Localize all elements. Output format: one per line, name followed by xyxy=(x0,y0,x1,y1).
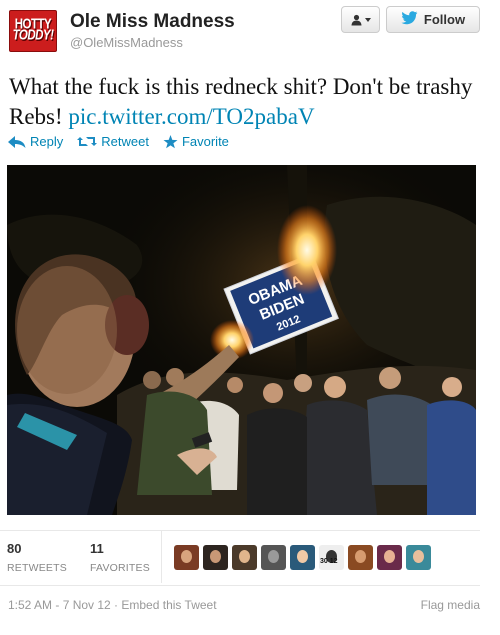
favorites-count: 11 xyxy=(90,541,104,556)
retweets-count: 80 xyxy=(7,541,22,556)
favoriter-avatar[interactable] xyxy=(377,545,402,570)
follow-button-label: Follow xyxy=(423,12,466,27)
stats-divider xyxy=(161,531,162,583)
retweet-action[interactable]: Retweet xyxy=(77,134,149,149)
retweet-label: Retweet xyxy=(101,134,149,149)
avatar-text-line2: TODDY! xyxy=(12,28,54,44)
tweet-media-link[interactable]: pic.twitter.com/TO2pabaV xyxy=(68,104,314,129)
favoriter-avatar[interactable] xyxy=(174,545,199,570)
tweet-photo[interactable]: OBAMA BIDEN 2012 xyxy=(7,165,476,515)
favoriters-avatars: 30 12 xyxy=(174,545,431,570)
profile-avatar[interactable]: HOTTY TODDY! xyxy=(9,10,57,52)
tweet-stats: 80 RETWEETS 11 FAVORITES 30 12 xyxy=(0,530,480,583)
favorites-stat[interactable]: 11 FAVORITES xyxy=(90,541,150,574)
tweet-text: What the fuck is this redneck shit? Don'… xyxy=(9,72,489,132)
retweets-stat[interactable]: 80 RETWEETS xyxy=(7,541,67,574)
retweets-label: RETWEETS xyxy=(7,562,67,574)
star-icon xyxy=(163,134,178,148)
follow-button[interactable]: Follow xyxy=(386,6,480,33)
favorites-label: FAVORITES xyxy=(90,562,150,574)
user-display-name[interactable]: Ole Miss Madness xyxy=(70,11,235,33)
favoriter-avatar[interactable]: 30 12 xyxy=(319,545,344,570)
favoriter-avatar[interactable] xyxy=(290,545,315,570)
favorite-action[interactable]: Favorite xyxy=(163,134,229,149)
favoriter-avatar[interactable] xyxy=(348,545,373,570)
favoriter-avatar[interactable] xyxy=(261,545,286,570)
favoriter-avatar[interactable] xyxy=(232,545,257,570)
favoriter-avatar[interactable] xyxy=(203,545,228,570)
flag-media-link[interactable]: Flag media xyxy=(421,598,480,612)
night-crowd-photo: OBAMA BIDEN 2012 xyxy=(7,165,476,515)
person-icon xyxy=(351,14,361,25)
tweet-actions: Reply Retweet Favorite xyxy=(8,134,229,149)
user-handle[interactable]: @OleMissMadness xyxy=(70,35,183,50)
twitter-bird-icon xyxy=(401,11,418,28)
favoriter-jersey-text: 30 12 xyxy=(320,558,338,565)
favorite-label: Favorite xyxy=(181,134,229,149)
reply-action[interactable]: Reply xyxy=(8,134,63,149)
retweet-icon xyxy=(77,137,98,146)
chevron-down-icon xyxy=(364,17,371,22)
reply-icon xyxy=(8,135,26,148)
reply-label: Reply xyxy=(30,134,64,149)
tweet-timestamp[interactable]: 1:52 AM - 7 Nov 12 · Embed this Tweet xyxy=(8,598,217,612)
divider xyxy=(0,585,480,586)
user-actions-dropdown-button[interactable] xyxy=(341,6,380,33)
favoriter-avatar[interactable] xyxy=(406,545,431,570)
